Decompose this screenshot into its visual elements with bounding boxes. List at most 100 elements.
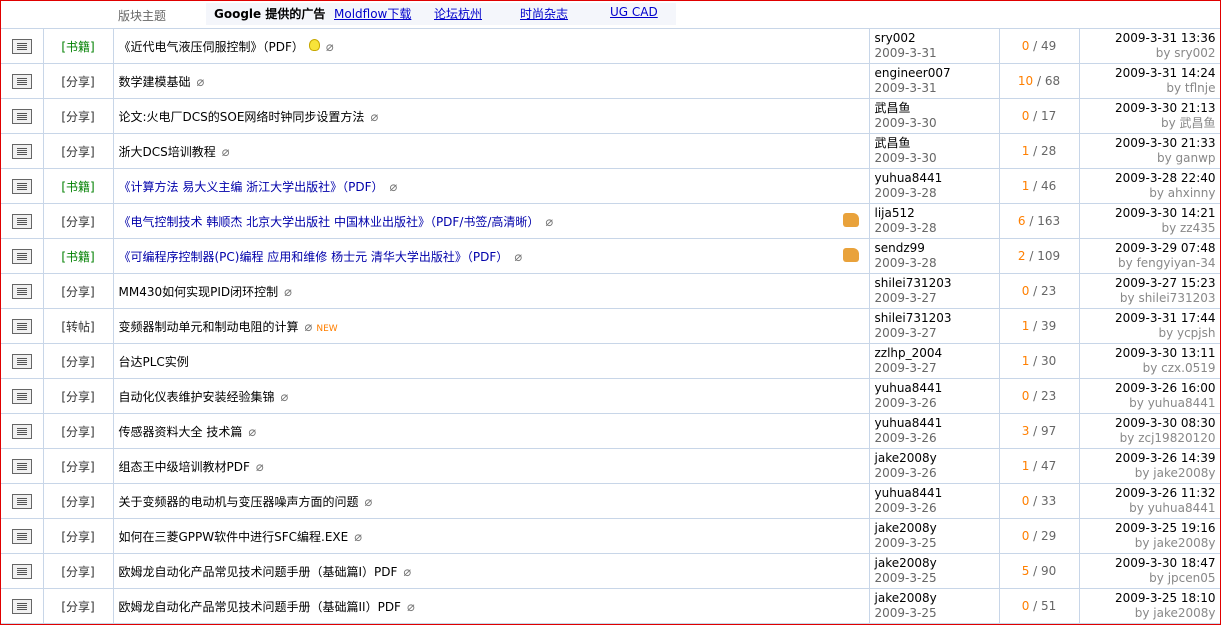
last-post-by[interactable]: by yuhua8441 [1080, 501, 1215, 516]
ad-link-moldflow[interactable]: Moldflow下载 [334, 5, 411, 22]
thread-title-link[interactable]: 关于变频器的电动机与变压器噪声方面的问题 [119, 495, 359, 509]
last-post-by[interactable]: by fengyiyan-34 [1080, 256, 1215, 271]
last-post-by[interactable]: by 武昌鱼 [1080, 116, 1216, 131]
thread-status-icon[interactable] [11, 283, 32, 299]
last-post-time[interactable]: 2009-3-26 11:32 [1080, 486, 1216, 501]
last-post-time[interactable]: 2009-3-30 08:30 [1080, 416, 1216, 431]
last-post-by[interactable]: by jake2008y [1080, 536, 1216, 551]
author-name[interactable]: shilei731203 [875, 311, 999, 326]
category-tag[interactable]: [分享] [61, 390, 94, 404]
thread-title-link[interactable]: 传感器资料大全 技术篇 [119, 425, 243, 439]
thread-title-link[interactable]: 论文:火电厂DCS的SOE网络时钟同步设置方法 [119, 110, 365, 124]
thread-title-link[interactable]: 浙大DCS培训教程 [119, 145, 216, 159]
thread-status-icon[interactable] [11, 143, 32, 159]
last-post-time[interactable]: 2009-3-29 07:48 [1080, 241, 1216, 256]
last-post-time[interactable]: 2009-3-25 19:16 [1080, 521, 1216, 536]
last-post-by[interactable]: by czx.0519 [1080, 361, 1216, 376]
thread-status-icon[interactable] [11, 598, 32, 614]
category-tag[interactable]: [分享] [61, 215, 94, 229]
thread-status-icon[interactable] [11, 38, 32, 54]
thread-title-link[interactable]: 《计算方法 易大义主编 浙江大学出版社》（PDF） [119, 180, 384, 194]
author-name[interactable]: lija512 [875, 206, 999, 221]
thread-status-icon[interactable] [11, 388, 32, 404]
category-tag[interactable]: [书籍] [61, 180, 94, 194]
last-post-time[interactable]: 2009-3-31 17:44 [1080, 311, 1216, 326]
ad-link-forum-hangzhou[interactable]: 论坛杭州 [434, 5, 482, 22]
thread-status-icon[interactable] [11, 178, 32, 194]
last-post-time[interactable]: 2009-3-25 18:10 [1080, 591, 1216, 606]
thread-status-icon[interactable] [11, 73, 32, 89]
category-tag[interactable]: [分享] [61, 495, 94, 509]
author-name[interactable]: sendz99 [875, 241, 999, 256]
category-tag[interactable]: [分享] [61, 600, 94, 614]
thread-status-icon[interactable] [11, 353, 32, 369]
thread-status-icon[interactable] [11, 318, 32, 334]
last-post-by[interactable]: by zz435 [1080, 221, 1215, 236]
thread-title-link[interactable]: 《近代电气液压伺服控制》（PDF） [119, 40, 304, 54]
category-tag[interactable]: [分享] [61, 425, 94, 439]
author-name[interactable]: yuhua8441 [875, 416, 999, 431]
last-post-time[interactable]: 2009-3-28 22:40 [1080, 171, 1216, 186]
author-name[interactable]: jake2008y [875, 591, 999, 606]
category-tag[interactable]: [分享] [61, 565, 94, 579]
last-post-by[interactable]: by jake2008y [1080, 606, 1216, 621]
thread-status-icon[interactable] [11, 458, 32, 474]
author-name[interactable]: jake2008y [875, 451, 999, 466]
last-post-by[interactable]: by sry002 [1080, 46, 1216, 61]
category-tag[interactable]: [分享] [61, 460, 94, 474]
thread-title-link[interactable]: 欧姆龙自动化产品常见技术问题手册（基础篇II）PDF [119, 600, 401, 614]
last-post-time[interactable]: 2009-3-26 14:39 [1080, 451, 1216, 466]
last-post-by[interactable]: by jake2008y [1080, 466, 1216, 481]
thread-title-link[interactable]: MM430如何实现PID闭环控制 [119, 285, 279, 299]
thread-title-link[interactable]: 台达PLC实例 [119, 355, 189, 369]
last-post-time[interactable]: 2009-3-31 14:24 [1080, 66, 1216, 81]
ad-link-ug-cad[interactable]: UG CAD [610, 5, 658, 19]
category-tag[interactable]: [分享] [61, 530, 94, 544]
author-name[interactable]: zzlhp_2004 [875, 346, 999, 361]
author-name[interactable]: jake2008y [875, 556, 999, 571]
author-name[interactable]: engineer007 [875, 66, 999, 81]
last-post-time[interactable]: 2009-3-30 13:11 [1080, 346, 1216, 361]
last-post-time[interactable]: 2009-3-27 15:23 [1080, 276, 1216, 291]
category-tag[interactable]: [转帖] [61, 320, 94, 334]
thread-status-icon[interactable] [11, 528, 32, 544]
author-name[interactable]: shilei731203 [875, 276, 999, 291]
author-name[interactable]: yuhua8441 [875, 486, 999, 501]
category-tag[interactable]: [书籍] [61, 250, 94, 264]
thread-status-icon[interactable] [11, 213, 32, 229]
category-tag[interactable]: [分享] [61, 355, 94, 369]
thread-title-link[interactable]: 如何在三菱GPPW软件中进行SFC编程.EXE [119, 530, 349, 544]
thread-title-link[interactable]: 数学建模基础 [119, 75, 191, 89]
last-post-by[interactable]: by tflnje [1080, 81, 1215, 96]
author-name[interactable]: yuhua8441 [875, 171, 999, 186]
last-post-by[interactable]: by zcj19820120 [1080, 431, 1216, 446]
author-name[interactable]: sry002 [875, 31, 999, 46]
category-tag[interactable]: [书籍] [61, 40, 94, 54]
last-post-time[interactable]: 2009-3-30 18:47 [1080, 556, 1216, 571]
author-name[interactable]: yuhua8441 [875, 381, 999, 396]
category-tag[interactable]: [分享] [61, 110, 94, 124]
thread-status-icon[interactable] [11, 423, 32, 439]
last-post-time[interactable]: 2009-3-26 16:00 [1080, 381, 1216, 396]
author-name[interactable]: 武昌鱼 [875, 101, 999, 116]
category-tag[interactable]: [分享] [61, 285, 94, 299]
category-tag[interactable]: [分享] [61, 75, 94, 89]
last-post-by[interactable]: by ahxinny [1080, 186, 1215, 201]
thread-title-link[interactable]: 《可编程序控制器(PC)编程 应用和维修 杨士元 清华大学出版社》（PDF） [119, 250, 509, 264]
author-name[interactable]: jake2008y [875, 521, 999, 536]
last-post-time[interactable]: 2009-3-30 14:21 [1080, 206, 1216, 221]
last-post-time[interactable]: 2009-3-31 13:36 [1080, 31, 1216, 46]
thread-title-link[interactable]: 《电气控制技术 韩顺杰 北京大学出版社 中国林业出版社》（PDF/书签/高清晰） [119, 215, 540, 229]
last-post-by[interactable]: by ycpjsh [1080, 326, 1215, 341]
last-post-by[interactable]: by shilei731203 [1080, 291, 1216, 306]
thread-title-link[interactable]: 欧姆龙自动化产品常见技术问题手册（基础篇I）PDF [119, 565, 398, 579]
thread-title-link[interactable]: 自动化仪表维护安装经验集锦 [119, 390, 275, 404]
last-post-time[interactable]: 2009-3-30 21:13 [1080, 101, 1216, 116]
thread-status-icon[interactable] [11, 563, 32, 579]
category-tag[interactable]: [分享] [61, 145, 94, 159]
thread-status-icon[interactable] [11, 108, 32, 124]
thread-title-link[interactable]: 组态王中级培训教材PDF [119, 460, 250, 474]
last-post-by[interactable]: by ganwp [1080, 151, 1216, 166]
last-post-by[interactable]: by yuhua8441 [1080, 396, 1215, 411]
last-post-time[interactable]: 2009-3-30 21:33 [1080, 136, 1216, 151]
